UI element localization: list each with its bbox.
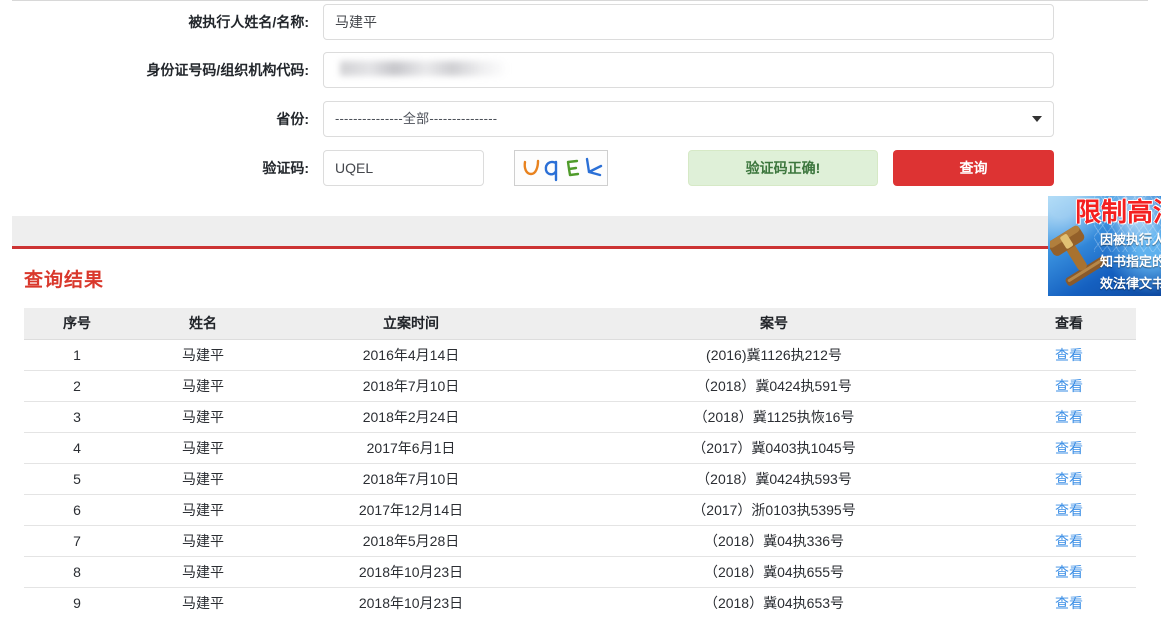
cell-case-no: (2016)冀1126执212号 xyxy=(546,338,1002,370)
cell-date: 2017年6月1日 xyxy=(276,431,546,463)
form-row-name: 被执行人姓名/名称: xyxy=(12,4,1148,40)
table-row: 8 马建平 2018年10月23日 （2018）冀04执655号 查看 xyxy=(24,555,1136,587)
cell-view: 查看 xyxy=(1002,586,1136,617)
banner-text-lines: 因被执行人 知书指定的 效法律文书 xyxy=(1100,229,1161,295)
cell-case-no: （2017）浙0103执5395号 xyxy=(546,493,1002,525)
cell-name: 马建平 xyxy=(130,369,276,401)
banner-title: 限制高消 xyxy=(1075,197,1161,227)
view-link[interactable]: 查看 xyxy=(1055,502,1083,518)
table-row: 2 马建平 2018年7月10日 （2018）冀0424执591号 查看 xyxy=(24,369,1136,401)
cell-index: 8 xyxy=(24,555,130,587)
search-form-panel: 被执行人姓名/名称: 身份证号码/组织机构代码: 省份: -----------… xyxy=(12,0,1148,216)
cell-view: 查看 xyxy=(1002,369,1136,401)
captcha-image[interactable] xyxy=(514,150,608,186)
cell-index: 1 xyxy=(24,338,130,370)
column-header-case-no: 案号 xyxy=(546,308,1002,339)
label-province: 省份: xyxy=(276,111,309,127)
cell-date: 2018年2月24日 xyxy=(276,400,546,432)
cell-index: 4 xyxy=(24,431,130,463)
cell-index: 5 xyxy=(24,462,130,494)
view-link[interactable]: 查看 xyxy=(1055,378,1083,394)
table-row: 3 马建平 2018年2月24日 （2018）冀1125执恢16号 查看 xyxy=(24,400,1136,432)
cell-date: 2016年4月14日 xyxy=(276,338,546,370)
cell-view: 查看 xyxy=(1002,462,1136,494)
label-captcha: 验证码: xyxy=(262,160,309,176)
table-row: 1 马建平 2016年4月14日 (2016)冀1126执212号 查看 xyxy=(24,338,1136,370)
cell-case-no: （2018）冀04执336号 xyxy=(546,524,1002,556)
cell-case-no: （2018）冀0424执593号 xyxy=(546,462,1002,494)
province-select-value: ---------------全部--------------- xyxy=(335,111,498,126)
banner-line-3: 效法律文书 xyxy=(1100,276,1161,291)
cell-view: 查看 xyxy=(1002,400,1136,432)
cell-date: 2018年7月10日 xyxy=(276,462,546,494)
view-link[interactable]: 查看 xyxy=(1055,533,1083,549)
column-header-name: 姓名 xyxy=(130,308,276,339)
view-link[interactable]: 查看 xyxy=(1055,564,1083,580)
cell-date: 2018年10月23日 xyxy=(276,586,546,617)
cell-name: 马建平 xyxy=(130,493,276,525)
chevron-down-icon xyxy=(1032,116,1042,122)
cell-name: 马建平 xyxy=(130,555,276,587)
form-row-province: 省份: ---------------全部--------------- xyxy=(12,101,1148,137)
cell-index: 7 xyxy=(24,524,130,556)
cell-date: 2017年12月14日 xyxy=(276,493,546,525)
view-link[interactable]: 查看 xyxy=(1055,595,1083,611)
cell-index: 2 xyxy=(24,369,130,401)
cell-view: 查看 xyxy=(1002,493,1136,525)
captcha-status-badge: 验证码正确! xyxy=(688,150,878,186)
banner-line-1: 因被执行人 xyxy=(1100,232,1161,247)
view-link[interactable]: 查看 xyxy=(1055,440,1083,456)
column-header-view: 查看 xyxy=(1002,308,1136,339)
table-row: 9 马建平 2018年10月23日 （2018）冀04执653号 查看 xyxy=(24,586,1136,617)
promo-banner[interactable]: 限制高消 因被执行人 知书指定的 效法律文书 xyxy=(1048,196,1161,296)
results-title: 查询结果 xyxy=(24,270,105,291)
view-link[interactable]: 查看 xyxy=(1055,409,1083,425)
cell-index: 9 xyxy=(24,586,130,617)
cell-view: 查看 xyxy=(1002,555,1136,587)
results-table: 序号 姓名 立案时间 案号 查看 1 马建平 2016年4月14日 (2016)… xyxy=(24,308,1136,617)
form-row-captcha: 验证码: 验证码正确! 查询 xyxy=(12,150,1148,186)
cell-index: 6 xyxy=(24,493,130,525)
cell-date: 2018年7月10日 xyxy=(276,369,546,401)
cell-case-no: （2018）冀1125执恢16号 xyxy=(546,400,1002,432)
cell-name: 马建平 xyxy=(130,462,276,494)
id-number-input[interactable] xyxy=(323,52,1054,88)
province-select[interactable]: ---------------全部--------------- xyxy=(323,101,1054,137)
banner-line-2: 知书指定的 xyxy=(1100,254,1161,269)
table-row: 7 马建平 2018年5月28日 （2018）冀04执336号 查看 xyxy=(24,524,1136,556)
view-link[interactable]: 查看 xyxy=(1055,347,1083,363)
cell-name: 马建平 xyxy=(130,400,276,432)
page-root: 被执行人姓名/名称: 身份证号码/组织机构代码: 省份: -----------… xyxy=(0,0,1161,617)
results-panel: 查询结果 序号 姓名 立案时间 案号 查看 1 马建平 2016年4月14日 (… xyxy=(12,246,1148,617)
cell-index: 3 xyxy=(24,400,130,432)
table-row: 6 马建平 2017年12月14日 （2017）浙0103执5395号 查看 xyxy=(24,493,1136,525)
cell-name: 马建平 xyxy=(130,524,276,556)
cell-case-no: （2018）冀04执653号 xyxy=(546,586,1002,617)
search-button[interactable]: 查询 xyxy=(893,150,1054,186)
table-header-row: 序号 姓名 立案时间 案号 查看 xyxy=(24,308,1136,339)
cell-case-no: （2018）冀0424执591号 xyxy=(546,369,1002,401)
cell-date: 2018年10月23日 xyxy=(276,555,546,587)
cell-view: 查看 xyxy=(1002,338,1136,370)
cell-view: 查看 xyxy=(1002,524,1136,556)
label-executed-person-name: 被执行人姓名/名称: xyxy=(188,14,309,30)
label-id-number: 身份证号码/组织机构代码: xyxy=(146,62,309,78)
executed-person-name-input[interactable] xyxy=(323,4,1054,40)
captcha-input[interactable] xyxy=(323,150,484,186)
column-header-index: 序号 xyxy=(24,308,130,339)
cell-view: 查看 xyxy=(1002,431,1136,463)
cell-case-no: （2018）冀04执655号 xyxy=(546,555,1002,587)
cell-name: 马建平 xyxy=(130,338,276,370)
table-row: 5 马建平 2018年7月10日 （2018）冀0424执593号 查看 xyxy=(24,462,1136,494)
form-row-id-number: 身份证号码/组织机构代码: xyxy=(12,52,1148,88)
cell-date: 2018年5月28日 xyxy=(276,524,546,556)
column-header-date: 立案时间 xyxy=(276,308,546,339)
table-row: 4 马建平 2017年6月1日 （2017）冀0403执1045号 查看 xyxy=(24,431,1136,463)
view-link[interactable]: 查看 xyxy=(1055,471,1083,487)
cell-case-no: （2017）冀0403执1045号 xyxy=(546,431,1002,463)
cell-name: 马建平 xyxy=(130,586,276,617)
cell-name: 马建平 xyxy=(130,431,276,463)
